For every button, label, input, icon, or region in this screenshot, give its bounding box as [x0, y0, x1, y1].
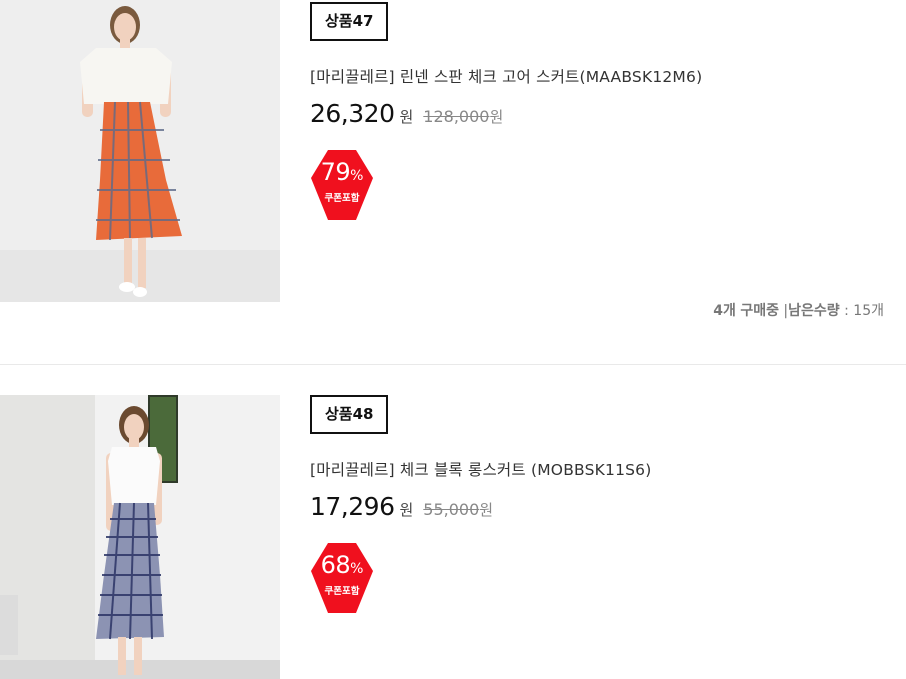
remaining-label: 남은수량: [788, 303, 840, 319]
product-info: 상품47 [마리끌레르] 린넨 스판 체크 고어 스커트(MAABSK12M6)…: [310, 2, 702, 221]
sale-price-unit: 원: [399, 108, 414, 126]
product-number-tag: 상품48: [310, 395, 389, 434]
product-number-tag: 상품47: [310, 2, 389, 41]
product-info: 상품48 [마리끌레르] 체크 블록 롱스커트 (MOBBSK11S6) 17,…: [310, 395, 651, 614]
discount-number: 68: [320, 551, 351, 579]
coupon-included-label: 쿠폰포함: [324, 586, 360, 597]
discount-percent: 79%: [310, 158, 374, 186]
product-image[interactable]: [0, 395, 280, 679]
original-price: 55,000: [423, 500, 480, 519]
buying-label: 구매중: [740, 303, 779, 319]
sale-price-unit: 원: [399, 501, 414, 519]
sale-price: 26,320: [310, 99, 395, 128]
original-price: 128,000: [423, 107, 490, 126]
discount-badge: 68% 쿠폰포함: [310, 542, 374, 614]
original-price-unit: 원: [479, 501, 494, 519]
discount-badge: 79% 쿠폰포함: [310, 149, 374, 221]
product-card[interactable]: 상품48 [마리끌레르] 체크 블록 롱스커트 (MOBBSK11S6) 17,…: [0, 365, 906, 679]
remaining-value: 15개: [853, 303, 884, 319]
discount-number: 79: [320, 158, 351, 186]
original-price-unit: 원: [489, 108, 504, 126]
buying-count: 4개: [713, 303, 736, 319]
product-title[interactable]: [마리끌레르] 린넨 스판 체크 고어 스커트(MAABSK12M6): [310, 65, 702, 87]
price-row: 26,320 원 128,000 원: [310, 99, 702, 133]
stock-status: 4개 구매중 |남은수량 : 15개: [713, 300, 884, 320]
sale-price: 17,296: [310, 492, 395, 521]
discount-sign: %: [350, 561, 364, 577]
product-title[interactable]: [마리끌레르] 체크 블록 롱스커트 (MOBBSK11S6): [310, 458, 651, 480]
remaining-colon: :: [844, 303, 849, 319]
discount-sign: %: [350, 168, 364, 184]
coupon-included-label: 쿠폰포함: [324, 193, 360, 204]
price-row: 17,296 원 55,000 원: [310, 492, 651, 526]
product-image[interactable]: [0, 0, 280, 302]
discount-percent: 68%: [310, 551, 374, 579]
product-card[interactable]: 상품47 [마리끌레르] 린넨 스판 체크 고어 스커트(MAABSK12M6)…: [0, 0, 906, 364]
